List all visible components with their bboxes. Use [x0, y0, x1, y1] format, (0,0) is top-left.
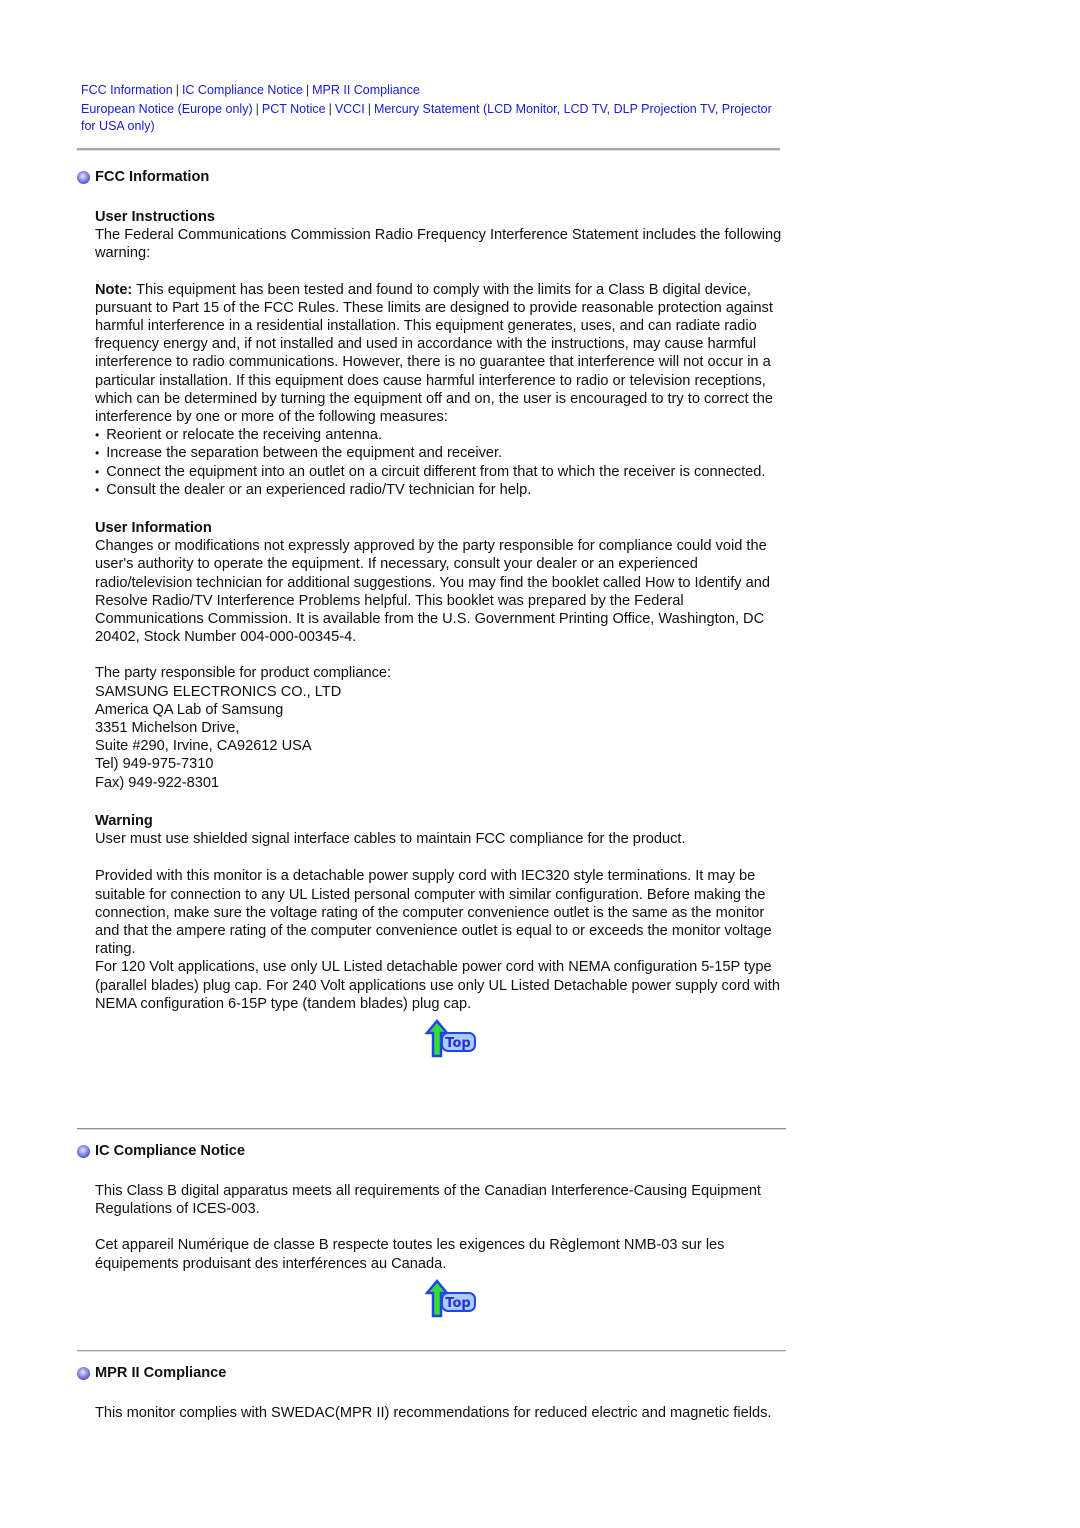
nav-link-mpr-ii[interactable]: MPR II Compliance [312, 83, 420, 97]
user-information-heading: User Information [95, 520, 212, 537]
mpr-title: MPR II Compliance [95, 1364, 227, 1381]
ic-body: This Class B digital apparatus meets all… [95, 1182, 789, 1319]
measures-list: Reorient or relocate the receiving anten… [95, 426, 789, 499]
note-text: This equipment has been tested and found… [95, 281, 773, 426]
top-label: Top [445, 1296, 470, 1311]
back-to-top-button[interactable]: Top [424, 1018, 477, 1059]
fcc-intro: The Federal Communications Commission Ra… [95, 227, 782, 262]
party-line: Suite #290, Irvine, CA92612 USA [95, 738, 312, 755]
mpr-body: This monitor complies with SWEDAC(MPR II… [95, 1404, 789, 1422]
ic-section: IC Compliance Notice This Class B digita… [77, 1142, 789, 1319]
nav-separator: | [255, 102, 259, 116]
top-label: Top [445, 1036, 470, 1051]
user-information-text: Changes or modifications not expressly a… [95, 538, 770, 646]
top-arrow-icon: Top [424, 1018, 476, 1058]
list-item: Connect the equipment into an outlet on … [95, 463, 789, 481]
ic-heading: IC Compliance Notice [77, 1142, 789, 1160]
list-item: Consult the dealer or an experienced rad… [95, 481, 789, 499]
power-cord-text-2: For 120 Volt applications, use only UL L… [95, 959, 780, 1012]
fcc-note: Note: This equipment has been tested and… [95, 281, 789, 427]
mpr-heading: MPR II Compliance [77, 1364, 789, 1382]
ic-french-text: Cet appareil Numérique de classe B respe… [95, 1237, 725, 1272]
warning-heading: Warning [95, 812, 153, 829]
divider [77, 1128, 786, 1130]
user-instructions-heading: User Instructions [95, 209, 216, 225]
warning-text: User must use shielded signal interface … [95, 831, 686, 848]
fcc-heading: FCC Information [77, 168, 789, 186]
party-line: SAMSUNG ELECTRONICS CO., LTD [95, 683, 342, 700]
party-line: America QA Lab of Samsung [95, 701, 284, 718]
section-bullet-icon [77, 1144, 90, 1158]
top-arrow-icon: Top [424, 1278, 476, 1318]
nav-link-fcc-information[interactable]: FCC Information [81, 83, 173, 97]
divider [77, 148, 780, 151]
nav-link-pct-notice[interactable]: PCT Notice [262, 102, 326, 116]
nav-separator: | [175, 83, 179, 97]
nav-link-vcci[interactable]: VCCI [335, 102, 365, 116]
section-nav: FCC Information | IC Compliance Notice | MPR… [81, 82, 781, 135]
fcc-section: FCC Information User Instructions The Fe… [77, 168, 789, 1059]
nav-row-1: FCC Information | IC Compliance Notice | MPR… [81, 82, 781, 99]
nav-separator: | [328, 102, 332, 116]
nav-row-2: European Notice (Europe only) | PCT Notice… [81, 101, 781, 135]
party-line: Fax) 949-922-8301 [95, 774, 220, 791]
ic-title: IC Compliance Notice [95, 1142, 246, 1159]
nav-link-ic-compliance[interactable]: IC Compliance Notice [182, 83, 303, 97]
divider [77, 1350, 786, 1352]
nav-separator: | [305, 83, 310, 97]
list-item: Reorient or relocate the receiving anten… [95, 426, 789, 444]
section-bullet-icon [77, 1366, 90, 1380]
back-to-top-button[interactable]: Top [424, 1278, 477, 1319]
ic-english-text: This Class B digital apparatus meets all… [95, 1183, 761, 1218]
party-line: 3351 Michelson Drive, [95, 720, 240, 737]
note-label: Note: [95, 281, 133, 298]
fcc-title: FCC Information [95, 168, 210, 185]
party-line: Tel) 949-975-7310 [95, 756, 214, 773]
nav-link-european-notice[interactable]: European Notice (Europe only) [81, 102, 253, 116]
party-line: The party responsible for product compli… [95, 665, 392, 682]
fcc-body: User Instructions The Federal Communicat… [95, 208, 789, 1059]
nav-separator: | [367, 102, 371, 116]
mpr-text: This monitor complies with SWEDAC(MPR II… [95, 1405, 772, 1421]
power-cord-text-1: Provided with this monitor is a detachab… [95, 868, 772, 958]
list-item: Increase the separation between the equi… [95, 444, 789, 462]
section-bullet-icon [77, 170, 90, 184]
mpr-section: MPR II Compliance This monitor complies … [77, 1364, 789, 1422]
